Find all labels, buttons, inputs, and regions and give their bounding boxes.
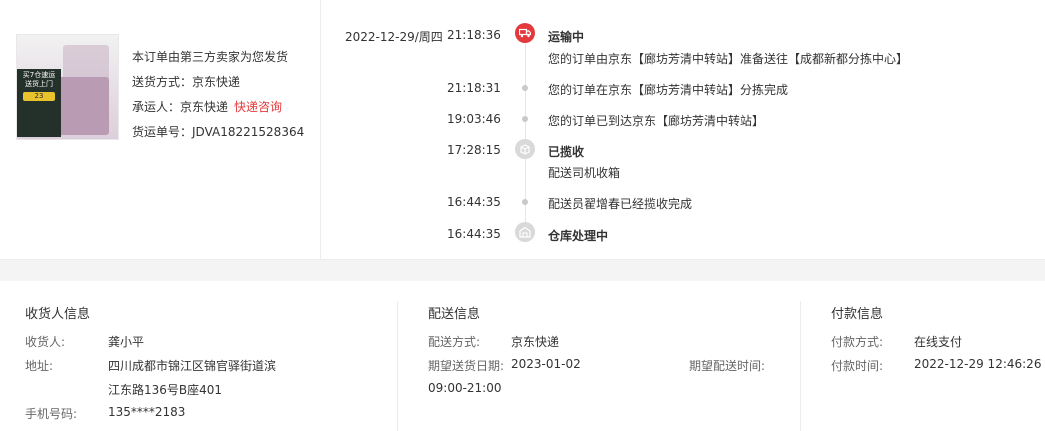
truck-icon xyxy=(515,23,535,43)
payment-time-label: 付款时间: xyxy=(831,359,884,373)
carrier-value: 京东快递 xyxy=(180,100,229,114)
carrier-row: 承运人：京东快递 快递咨询 xyxy=(132,98,282,115)
expected-date: 2023-01-02 xyxy=(511,357,581,371)
event-time: 16:44:35 xyxy=(447,227,501,241)
order-summary: 买7仓速运 送货上门 23 本订单由第三方卖家为您发货 送货方式：京东快递 承运… xyxy=(0,0,321,259)
waybill-number: JDVA18221528364 xyxy=(192,125,305,139)
payment-title: 付款信息 xyxy=(831,307,884,322)
tracking-date: 2022-12-29/周四 xyxy=(345,30,443,44)
event-message: 您的订单由京东【廊坊芳清中转站】准备送往【成都新都分拣中心】 xyxy=(548,52,909,66)
shipping-title: 配送信息 xyxy=(428,307,481,322)
promo-panel: 买7仓速运 送货上门 23 xyxy=(17,69,61,137)
order-details: 收货人信息 收货人: 龚小平 地址: 四川成都市锦江区锦官驿街道滨 江东路136… xyxy=(0,281,1045,431)
delivery-method-value: 京东快递 xyxy=(192,75,241,89)
delivery-method-label: 送货方式： xyxy=(132,75,193,89)
phone-number: 135****2183 xyxy=(108,405,186,419)
receiver-title: 收货人信息 xyxy=(25,307,91,322)
timeline-dot xyxy=(522,116,528,122)
event-message: 配送司机收箱 xyxy=(548,166,621,180)
event-message: 您的订单在京东【廊坊芳清中转站】分拣完成 xyxy=(548,83,789,97)
section-divider xyxy=(800,301,801,431)
event-time: 19:03:46 xyxy=(447,112,501,126)
event-status: 已揽收 xyxy=(548,145,585,159)
product-thumbnail[interactable]: 买7仓速运 送货上门 23 xyxy=(16,34,119,140)
event-message: 您的订单已到达京东【廊坊芳清中转站】 xyxy=(548,114,765,128)
stool-image-front xyxy=(53,77,109,135)
receiver-name-label: 收货人: xyxy=(25,335,66,349)
promo-text-2: 送货上门 xyxy=(25,80,53,88)
carrier-label: 承运人： xyxy=(132,100,181,114)
tracking-panel: 买7仓速运 送货上门 23 本订单由第三方卖家为您发货 送货方式：京东快递 承运… xyxy=(0,0,1045,260)
expected-time: 09:00-21:00 xyxy=(428,381,502,395)
address-line-1: 四川成都市锦江区锦官驿街道滨 xyxy=(108,359,277,373)
event-status: 运输中 xyxy=(548,30,585,44)
promo-badge: 23 xyxy=(23,92,55,101)
payment-time: 2022-12-29 12:46:26 xyxy=(914,357,1042,371)
shipping-method-label: 配送方式: xyxy=(428,335,481,349)
payment-method: 在线支付 xyxy=(914,335,963,349)
waybill-row: 货运单号：JDVA18221528364 xyxy=(132,123,304,140)
event-message: 配送员翟增春已经揽收完成 xyxy=(548,197,693,211)
seller-note: 本订单由第三方卖家为您发货 xyxy=(132,50,289,64)
address-label: 地址: xyxy=(25,359,54,373)
timeline-dot xyxy=(522,199,528,205)
courier-inquiry-link[interactable]: 快递咨询 xyxy=(234,100,282,114)
section-divider xyxy=(397,301,398,431)
event-time: 17:28:15 xyxy=(447,143,501,157)
event-status: 仓库处理中 xyxy=(548,229,609,243)
delivery-method-row: 送货方式：京东快递 xyxy=(132,73,240,90)
promo-text-1: 买7仓速运 xyxy=(22,71,56,79)
phone-label: 手机号码: xyxy=(25,407,78,421)
payment-method-label: 付款方式: xyxy=(831,335,884,349)
warehouse-icon xyxy=(515,222,535,242)
address-line-2: 江东路136号B座401 xyxy=(108,383,223,397)
expected-time-label: 期望配送时间: xyxy=(689,359,766,373)
package-icon xyxy=(515,139,535,159)
event-time: 16:44:35 xyxy=(447,195,501,209)
waybill-label: 货运单号： xyxy=(132,125,193,139)
event-time: 21:18:31 xyxy=(447,81,501,95)
shipping-method: 京东快递 xyxy=(511,335,560,349)
expected-date-label: 期望送货日期: xyxy=(428,359,505,373)
receiver-name: 龚小平 xyxy=(108,335,145,349)
event-time: 21:18:36 xyxy=(447,28,501,42)
timeline-dot xyxy=(522,85,528,91)
